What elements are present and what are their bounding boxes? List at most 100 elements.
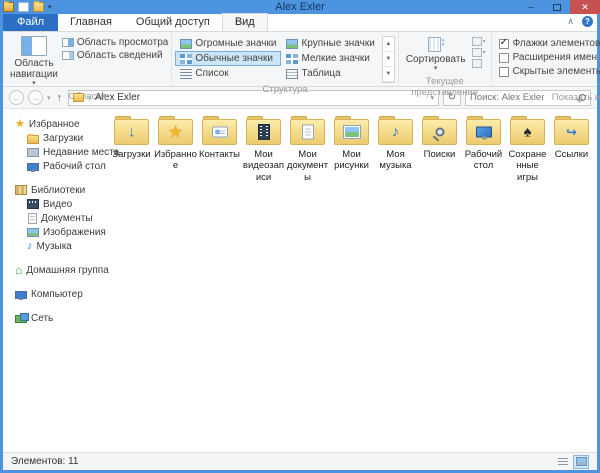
address-folder-icon [73,93,84,102]
sidebar-label: Изображения [43,227,106,238]
minimize-ribbon-icon[interactable]: ∧ [567,16,574,27]
monitor-icon [476,127,492,138]
tab-home[interactable]: Главная [58,14,124,31]
sidebar-item-recent-places[interactable]: Недавние места [3,145,98,159]
documents-folder-icon [290,119,325,145]
picture-icon [344,126,360,138]
sidebar-label: Видео [43,199,72,210]
sidebar-item-favorites[interactable]: ★ Избранное [3,117,98,131]
help-icon[interactable]: ? [582,16,593,27]
navigation-pane-icon [21,36,47,56]
sidebar-label: Документы [41,213,93,224]
small-icons-icon [286,54,298,64]
thumbnail-view-icon [576,457,587,466]
tab-file[interactable]: Файл [3,14,58,31]
status-bar: Элементов: 11 [3,452,597,470]
folder-item-searches[interactable]: Поиски [418,119,461,183]
details-pane-label: Область сведений [77,50,163,61]
status-list-view-button[interactable] [555,455,571,469]
view-label: Крупные значки [301,38,374,49]
sidebar-item-pictures[interactable]: Изображения [3,225,98,239]
view-list[interactable]: Список [175,66,281,81]
large-icons-icon [286,39,298,49]
group-by-button[interactable]: ▾ [472,37,486,46]
group-by-icon [472,37,482,46]
item-checkboxes-option[interactable]: Флажки элементов [499,38,600,49]
minimize-button[interactable]: – [518,0,544,14]
folder-item-favorites[interactable]: ★ Избранное [154,119,197,183]
details-pane-button[interactable]: Область сведений [62,50,168,61]
folder-label: Контакты [199,149,240,160]
tab-view[interactable]: Вид [222,13,268,31]
shortcut-arrow-icon: ↪ [566,126,577,139]
checkbox-icon[interactable] [499,53,509,63]
folder-item-saved-games[interactable]: ♠ Сохраненные игры [506,119,549,183]
folder-item-documents[interactable]: Мои документы [286,119,329,183]
saved-games-folder-icon: ♠ [510,119,545,145]
ribbon-group-layout: Огромные значки Обычные значки Список [171,32,397,86]
list-view-icon [558,458,568,466]
view-details[interactable]: Таблица [281,66,379,81]
hidden-items-label: Скрытые элементы [513,66,600,77]
folder-item-contacts[interactable]: Контакты [198,119,241,183]
size-columns-button[interactable] [472,59,486,68]
folder-item-desktop[interactable]: Рабочий стол [462,119,505,183]
sidebar-item-homegroup[interactable]: ⌂ Домашняя группа [3,263,98,277]
view-small-icons[interactable]: Мелкие значки [281,51,379,66]
explorer-body: ★ Избранное Загрузки Недавние места Рабо… [3,109,597,452]
ribbon-group-show-hide: Флажки элементов Расширения имен файлов … [491,32,600,86]
folder-item-music[interactable]: ♪ Моя музыка [374,119,417,183]
hidden-items-option[interactable]: Скрытые элементы [499,66,600,77]
file-extensions-option[interactable]: Расширения имен файлов [499,52,600,63]
videos-folder-icon [246,119,281,145]
medium-icons-icon [180,54,192,64]
navigation-pane-button[interactable]: Область навигации ▾ [6,34,62,90]
list-view-icon [180,69,192,79]
gallery-expand-icon[interactable]: ▼ [383,67,394,82]
sidebar-item-computer[interactable]: Компьютер [3,287,98,301]
checkbox-icon[interactable] [499,67,509,77]
extra-large-icons-icon [180,39,192,49]
pictures-folder-icon [334,119,369,145]
tab-share[interactable]: Общий доступ [124,14,222,31]
view-medium-icons[interactable]: Обычные значки [175,51,281,66]
sidebar-item-documents[interactable]: Документы [3,211,98,225]
sidebar-item-music[interactable]: ♪ Музыка [3,239,98,253]
search-icon[interactable] [579,94,586,101]
file-extensions-label: Расширения имен файлов [513,52,600,63]
sidebar-item-network[interactable]: Сеть [3,311,98,325]
view-extra-large-icons[interactable]: Огромные значки [175,36,281,51]
maximize-button[interactable] [544,0,570,14]
sidebar-item-libraries[interactable]: Библиотеки [3,183,98,197]
item-checkboxes-label: Флажки элементов [513,38,600,49]
folder-item-videos[interactable]: Мои видеозаписи [242,119,285,183]
videos-icon [27,199,39,209]
qat-new-folder-icon[interactable] [33,2,44,12]
qat-customize-chevron-icon[interactable]: ▾ [48,4,52,11]
preview-pane-button[interactable]: Область просмотра [62,37,168,48]
checkbox-checked-icon[interactable] [499,39,509,49]
ribbon-tabstrip: Файл Главная Общий доступ Вид ∧ ? [3,14,597,32]
homegroup-icon: ⌂ [15,265,22,276]
details-pane-icon [62,51,74,60]
status-thumbnail-view-button[interactable] [573,455,589,469]
sidebar-item-videos[interactable]: Видео [3,197,98,211]
close-button[interactable]: ✕ [570,0,600,14]
sidebar-item-downloads[interactable]: Загрузки [3,131,98,145]
gallery-scroll-down-icon[interactable]: ▼ [383,52,394,67]
sidebar-label: Библиотеки [31,185,85,196]
sidebar-item-desktop[interactable]: Рабочий стол [3,159,98,173]
folder-item-links[interactable]: ↪ Ссылки [550,119,593,183]
sidebar-label: Музыка [37,241,72,252]
view-large-icons[interactable]: Крупные значки [281,36,379,51]
folder-item-downloads[interactable]: ↓ Загрузки [110,119,153,183]
sort-by-button[interactable]: Сортировать ▾ [402,34,470,75]
folder-item-pictures[interactable]: Мои рисунки [330,119,373,183]
libraries-icon [15,185,27,195]
qat-properties-icon[interactable] [18,2,29,12]
add-columns-button[interactable]: ▾ [472,48,486,57]
sort-by-label: Сортировать [406,54,466,65]
links-folder-icon: ↪ [554,119,589,145]
gallery-scroll-up-icon[interactable]: ▲ [383,37,394,52]
group-label-panes: Области [6,90,168,104]
